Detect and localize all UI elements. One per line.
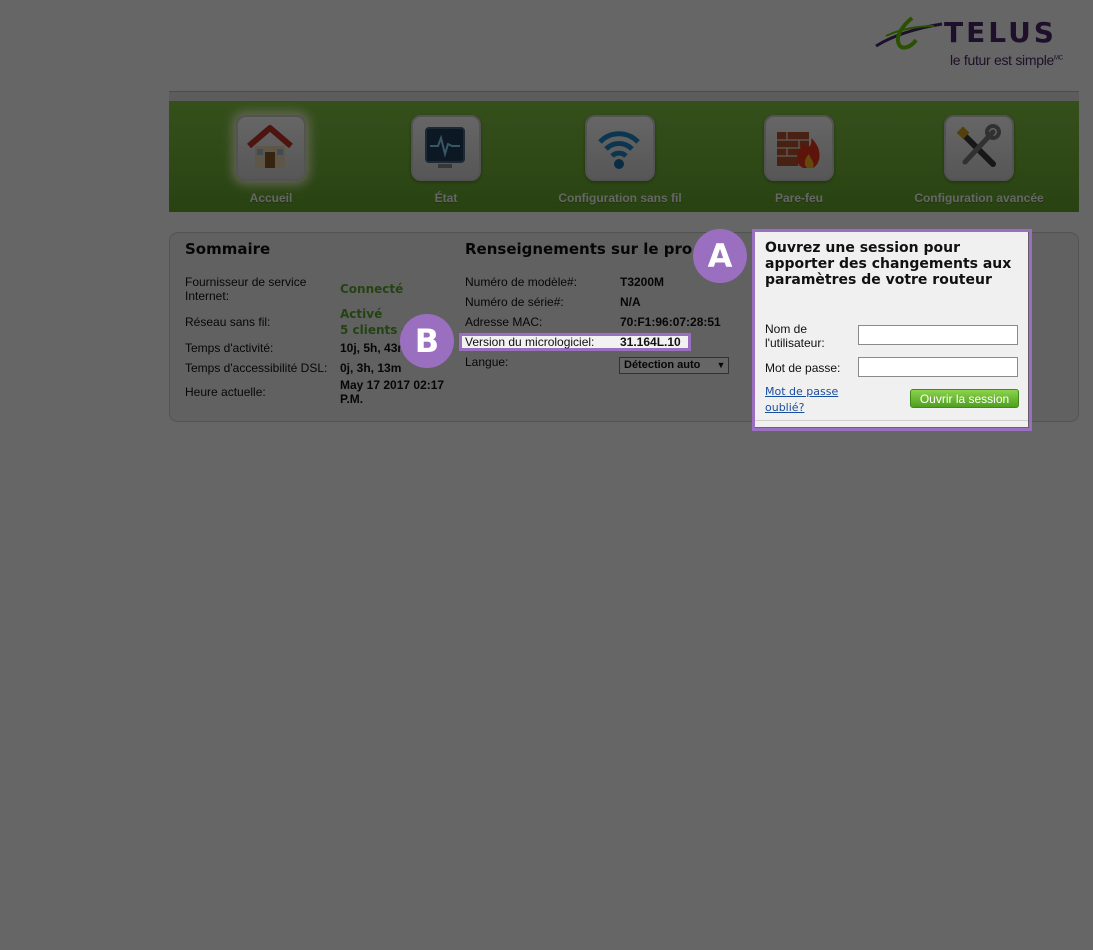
password-input-spotlight[interactable] [858, 357, 1018, 377]
nav-item-configuration-avancee[interactable]: Configuration avancée [894, 115, 1064, 210]
product-value-firmware: 31.164L.10 [620, 335, 681, 349]
nav-label-etat: État [434, 191, 458, 205]
summary-value-isp: Connecté [340, 282, 404, 296]
chevron-down-icon: ▼ [714, 358, 728, 373]
house-icon [236, 115, 306, 181]
nav-label-pare-feu: Pare-feu [774, 191, 824, 205]
product-label-serial: Numéro de série#: [465, 295, 564, 309]
wifi-icon [585, 115, 655, 181]
product-label-model: Numéro de modèle#: [465, 275, 578, 289]
summary-label-dsl: Temps d'accessibilité DSL: [185, 361, 328, 375]
nav-item-accueil[interactable]: Accueil [186, 115, 356, 210]
summary-label-time: Heure actuelle: [185, 385, 266, 399]
login-button-spotlight[interactable]: Ouvrir la session [910, 389, 1019, 408]
forgot-password-link-spotlight[interactable]: Mot de passe oublié? [765, 384, 855, 416]
nav-item-etat[interactable]: État [361, 115, 531, 210]
language-select-value: Détection auto [624, 359, 701, 371]
username-label-spotlight: Nom de l'utilisateur: [765, 322, 825, 350]
login-title-spotlight: Ouvrez une session pour apporter des cha… [765, 240, 1012, 288]
login-box-divider [755, 420, 1028, 421]
brand-tagline-mark: MC [1054, 55, 1063, 62]
monitor-icon [411, 115, 481, 181]
summary-title: Sommaire [185, 240, 271, 258]
summary-label-isp: Fournisseur de service Internet: [185, 275, 307, 303]
product-label-language: Langue: [465, 355, 509, 369]
annotation-badge-b: B [400, 314, 454, 368]
nav-label-accueil: Accueil [249, 191, 293, 205]
summary-value-dsl: 0j, 3h, 13m [340, 361, 402, 375]
annotation-badge-a: A [693, 229, 747, 283]
brand-tagline-text: le futur est simple [950, 52, 1055, 68]
summary-label-uptime: Temps d'activité: [185, 341, 274, 355]
main-nav: Accueil État Configuration sans fil Pare… [169, 101, 1079, 212]
firewall-icon [764, 115, 834, 181]
password-label-spotlight: Mot de passe: [765, 361, 841, 375]
product-label-mac: Adresse MAC: [465, 315, 543, 329]
language-select[interactable]: Détection auto ▼ [619, 357, 729, 374]
telus-globe-mark-icon [875, 16, 943, 50]
product-label-firmware: Version du micrologiciel: [465, 335, 595, 349]
tools-icon [944, 115, 1014, 181]
summary-value-wifi: Activé [340, 307, 383, 321]
product-value-model: T3200M [620, 275, 665, 289]
nav-item-pare-feu[interactable]: Pare-feu [714, 115, 884, 210]
telus-logo: TELUS le futur est simpleMC [872, 12, 1072, 72]
summary-value-time: May 17 2017 02:17 P.M. [340, 378, 445, 406]
nav-item-configuration-sans-fil[interactable]: Configuration sans fil [535, 115, 705, 210]
brand-name: TELUS [944, 16, 1057, 49]
product-value-mac: 70:F1:96:07:28:51 [620, 315, 721, 329]
nav-label-configuration-avancee: Configuration avancée [914, 191, 1044, 205]
username-input-spotlight[interactable] [858, 325, 1018, 345]
brand-tagline: le futur est simpleMC [950, 52, 1063, 68]
product-value-serial: N/A [620, 295, 641, 309]
summary-label-wifi: Réseau sans fil: [185, 315, 271, 329]
product-title: Renseignements sur le produ [465, 240, 693, 258]
nav-label-configuration-sans-fil: Configuration sans fil [558, 191, 682, 205]
